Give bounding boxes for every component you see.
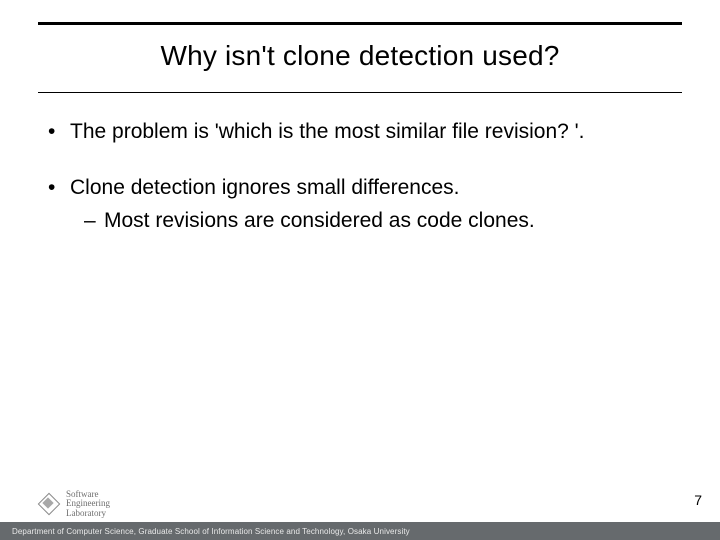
bullet-item: • The problem is 'which is the most simi…	[48, 118, 672, 146]
title-underline	[38, 92, 682, 93]
logo-icon	[38, 493, 60, 515]
sub-bullet-item: – Most revisions are considered as code …	[48, 207, 672, 235]
bullet-marker: •	[48, 118, 70, 146]
title-area: Why isn't clone detection used?	[0, 40, 720, 72]
logo-text: Software Engineering Laboratory	[66, 490, 110, 518]
logo-line: Laboratory	[66, 509, 110, 518]
body-content: • The problem is 'which is the most simi…	[48, 118, 672, 263]
bullet-text: The problem is 'which is the most simila…	[70, 118, 585, 146]
lab-logo: Software Engineering Laboratory	[38, 490, 110, 518]
sub-bullet-marker: –	[84, 207, 104, 235]
bullet-text: Clone detection ignores small difference…	[70, 174, 460, 202]
sub-bullet-text: Most revisions are considered as code cl…	[104, 207, 535, 235]
slide-title: Why isn't clone detection used?	[160, 40, 559, 71]
footer-text: Department of Computer Science, Graduate…	[12, 527, 410, 536]
bullet-item: • Clone detection ignores small differen…	[48, 174, 672, 202]
page-number: 7	[694, 492, 702, 508]
footer-bar: Department of Computer Science, Graduate…	[0, 522, 720, 540]
top-rule	[38, 22, 682, 25]
slide: Why isn't clone detection used? • The pr…	[0, 0, 720, 540]
bullet-marker: •	[48, 174, 70, 202]
